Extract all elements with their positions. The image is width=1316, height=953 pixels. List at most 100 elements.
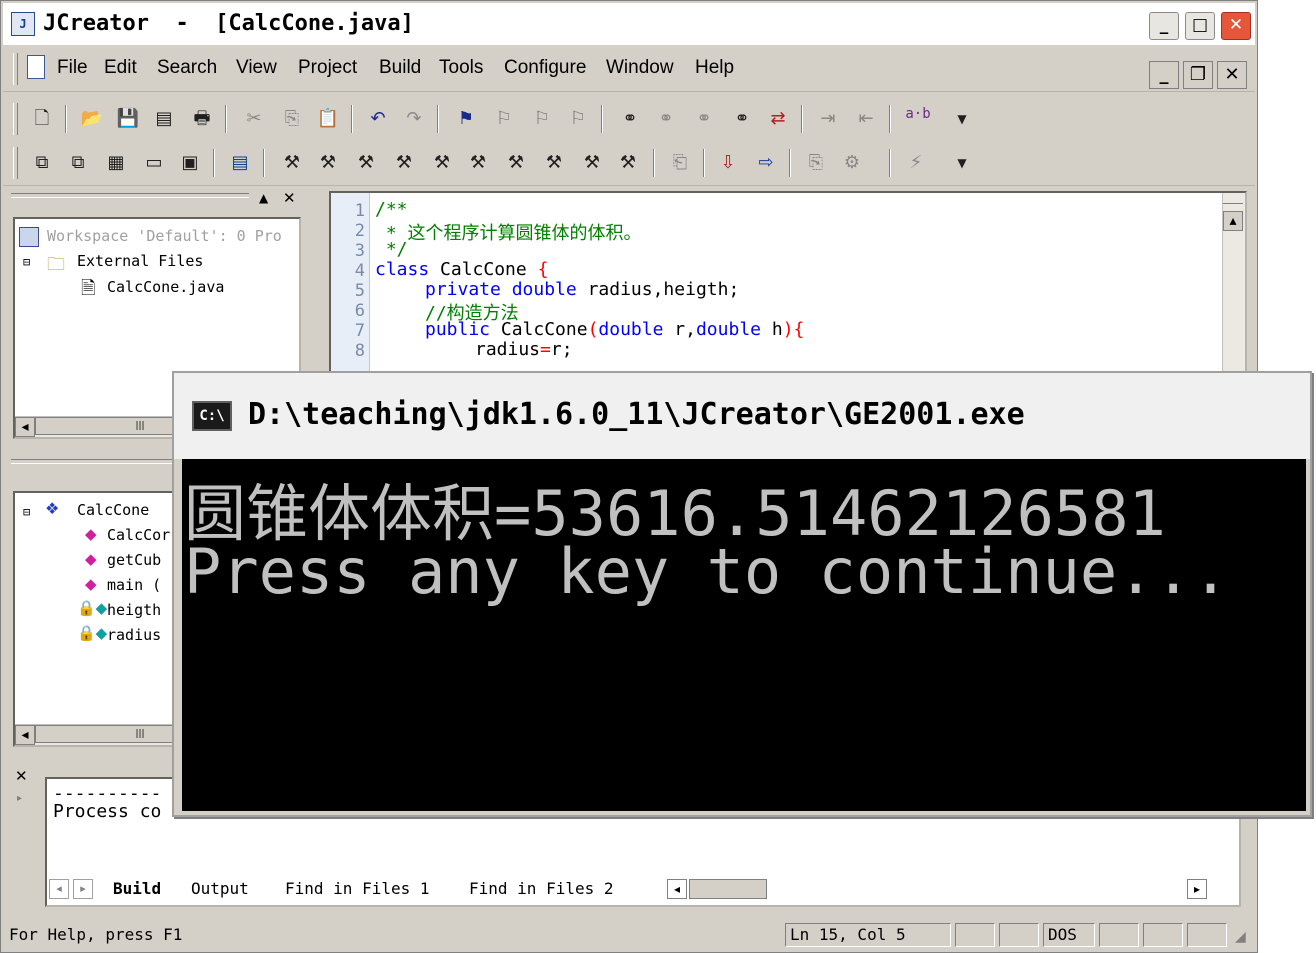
- mdi-close-button[interactable]: ✕: [1217, 61, 1247, 89]
- output-scroll-thumb[interactable]: [689, 879, 767, 899]
- menu-project[interactable]: Project: [298, 57, 357, 79]
- resize-grip-icon[interactable]: ◢: [1235, 929, 1246, 945]
- menu-edit[interactable]: Edit: [104, 57, 137, 79]
- menu-file[interactable]: File: [57, 57, 88, 79]
- mdi-restore-button[interactable]: ❐: [1183, 61, 1213, 89]
- workspace-icon[interactable]: ▤: [227, 150, 253, 176]
- tool-8-icon[interactable]: ⚒: [541, 150, 567, 176]
- bookmark-toggle-icon[interactable]: ⚑: [453, 106, 479, 132]
- redo-icon[interactable]: ↷: [401, 106, 427, 132]
- member-getcube[interactable]: getCub: [107, 551, 161, 569]
- tool-4-icon[interactable]: ⚒: [391, 150, 417, 176]
- close-button[interactable]: ✕: [1221, 12, 1251, 40]
- compile-icon[interactable]: ⎗: [667, 150, 693, 176]
- menu-tools[interactable]: Tools: [439, 57, 483, 79]
- tile-icon[interactable]: ⧉: [65, 150, 91, 176]
- scroll-left-icon[interactable]: ◂: [15, 417, 35, 437]
- tool-5-icon[interactable]: ⚒: [429, 150, 455, 176]
- save-all-icon[interactable]: ▤: [151, 106, 177, 132]
- paste-icon[interactable]: 📋: [315, 106, 341, 132]
- workspace-root[interactable]: Workspace 'Default': 0 Pro: [47, 227, 282, 245]
- tab-scroll-right-icon[interactable]: ▸: [73, 879, 93, 899]
- output-pin-icon[interactable]: ▸: [17, 793, 22, 804]
- unindent-icon[interactable]: ⇤: [853, 106, 879, 132]
- scroll-up-icon[interactable]: ▴: [1223, 211, 1243, 231]
- toolbar-grip[interactable]: [13, 103, 18, 135]
- mdi-minimize-button[interactable]: _: [1149, 61, 1179, 89]
- maximize-button[interactable]: □: [1185, 12, 1215, 40]
- print-icon[interactable]: 🖶: [189, 106, 215, 132]
- menu-search[interactable]: Search: [157, 57, 217, 79]
- macro-icon[interactable]: ⚡: [903, 150, 929, 176]
- tab-build[interactable]: Build: [113, 877, 161, 903]
- bookmark-next-icon[interactable]: ⚐: [491, 106, 517, 132]
- undo-icon[interactable]: ↶: [365, 106, 391, 132]
- member-constructor[interactable]: CalcCor: [107, 526, 170, 544]
- tool-6-icon[interactable]: ⚒: [465, 150, 491, 176]
- menu-help[interactable]: Help: [695, 57, 734, 79]
- output-scroll-right-icon[interactable]: ▸: [1187, 879, 1207, 899]
- minimize-button[interactable]: _: [1149, 12, 1179, 40]
- cascade-icon[interactable]: ⧉: [29, 150, 55, 176]
- fullscreen-icon[interactable]: ▣: [177, 150, 203, 176]
- arrange-icon[interactable]: ▦: [103, 150, 129, 176]
- debug-icon[interactable]: ⇨: [753, 150, 779, 176]
- new-file-icon[interactable]: 🗋: [29, 106, 55, 132]
- find-next-icon[interactable]: ⚭: [653, 106, 679, 132]
- find-in-files-icon[interactable]: ⚭: [729, 106, 755, 132]
- tool-7-icon[interactable]: ⚒: [503, 150, 529, 176]
- workspace-collapse-icon[interactable]: ▲: [259, 191, 268, 205]
- tree-collapse-icon[interactable]: ⊟: [23, 255, 30, 269]
- member-main[interactable]: main (: [107, 576, 161, 594]
- tool-3-icon[interactable]: ⚒: [353, 150, 379, 176]
- copy-icon[interactable]: ⎘: [279, 106, 305, 132]
- toolbar-grip[interactable]: [13, 147, 18, 179]
- save-icon[interactable]: 💾: [115, 106, 141, 132]
- case-toggle-button[interactable]: a·b: [901, 106, 935, 132]
- split-handle[interactable]: [1223, 203, 1243, 207]
- tool-2-icon[interactable]: ⚒: [315, 150, 341, 176]
- tree-collapse-icon[interactable]: ⊟: [23, 505, 30, 519]
- menu-configure[interactable]: Configure: [504, 57, 586, 79]
- member-radius[interactable]: radius: [107, 626, 161, 644]
- tab-scroll-left-icon[interactable]: ◂: [49, 879, 69, 899]
- cut-icon[interactable]: ✂: [241, 106, 267, 132]
- console-window[interactable]: C:\ D:\teaching\jdk1.6.0_11\JCreator\GE2…: [172, 371, 1312, 817]
- calccone-file[interactable]: CalcCone.java: [107, 278, 224, 296]
- code-editor[interactable]: 1 2 3 4 5 6 7 8 /** * 这个程序计算圆锥体的体积。 */ c…: [329, 191, 1247, 381]
- toolbar-overflow-icon[interactable]: ▼: [949, 106, 975, 132]
- tool-10-icon[interactable]: ⚒: [615, 150, 641, 176]
- split-icon[interactable]: ▭: [141, 150, 167, 176]
- find-prev-icon[interactable]: ⚭: [691, 106, 717, 132]
- output-scroll-left-icon[interactable]: ◂: [667, 879, 687, 899]
- tab-find-in-files-1[interactable]: Find in Files 1: [285, 877, 430, 903]
- class-name[interactable]: CalcCone: [77, 501, 149, 519]
- tool-1-icon[interactable]: ⚒: [279, 150, 305, 176]
- replace-icon[interactable]: ⇄: [765, 106, 791, 132]
- execute-icon[interactable]: ⇩: [715, 150, 741, 176]
- indent-icon[interactable]: ⇥: [815, 106, 841, 132]
- workspace-grip[interactable]: [11, 193, 249, 198]
- console-title-bar[interactable]: C:\ D:\teaching\jdk1.6.0_11\JCreator\GE2…: [174, 373, 1310, 459]
- document-icon[interactable]: [27, 55, 45, 79]
- scroll-left-icon[interactable]: ◂: [15, 725, 35, 745]
- console-output[interactable]: 圆锥体体积=53616.51462126581 Press any key to…: [182, 459, 1306, 811]
- tool-9-icon[interactable]: ⚒: [579, 150, 605, 176]
- menu-window[interactable]: Window: [606, 57, 674, 79]
- tab-output[interactable]: Output: [191, 877, 249, 903]
- plugin-icon[interactable]: ⚙: [839, 150, 865, 176]
- output-close-icon[interactable]: ✕: [15, 767, 28, 785]
- menu-grip[interactable]: [13, 53, 18, 85]
- open-icon[interactable]: 📂: [79, 106, 105, 132]
- workspace-close-icon[interactable]: ✕: [283, 189, 296, 207]
- find-icon[interactable]: ⚭: [617, 106, 643, 132]
- bookmark-prev-icon[interactable]: ⚐: [529, 106, 555, 132]
- menu-build[interactable]: Build: [379, 57, 421, 79]
- menu-view[interactable]: View: [236, 57, 277, 79]
- tab-find-in-files-2[interactable]: Find in Files 2: [469, 877, 614, 903]
- toolbar-overflow-icon[interactable]: ▼: [949, 150, 975, 176]
- member-heigth[interactable]: heigth: [107, 601, 161, 619]
- bookmark-clear-icon[interactable]: ⚐: [565, 106, 591, 132]
- editor-vscroll[interactable]: ▴: [1222, 193, 1245, 379]
- external-files-folder[interactable]: External Files: [77, 252, 203, 270]
